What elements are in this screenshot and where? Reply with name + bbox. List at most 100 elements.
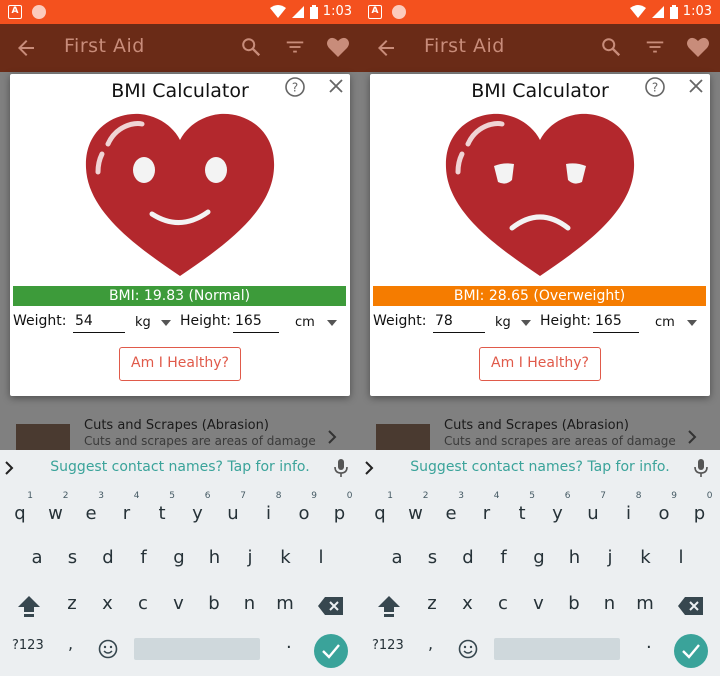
comma-key[interactable]: ,: [68, 634, 73, 653]
key-t[interactable]: t5: [507, 491, 537, 530]
key-c[interactable]: c: [128, 584, 158, 620]
space-bar[interactable]: [134, 638, 260, 660]
list-item[interactable]: Cuts and Scrapes (Abrasion) Cuts and scr…: [0, 416, 360, 450]
help-icon[interactable]: ?: [284, 76, 306, 98]
help-icon[interactable]: ?: [644, 76, 666, 98]
key-a[interactable]: a: [22, 538, 52, 574]
key-d[interactable]: d: [453, 538, 483, 574]
key-l[interactable]: l: [666, 538, 696, 574]
key-i[interactable]: i8: [254, 491, 284, 530]
key-b[interactable]: b: [559, 584, 589, 620]
close-icon[interactable]: [328, 78, 344, 94]
am-i-healthy-button[interactable]: Am I Healthy?: [479, 347, 601, 381]
period-key[interactable]: .: [286, 632, 292, 653]
microphone-icon[interactable]: [694, 458, 708, 478]
key-v[interactable]: v: [524, 584, 554, 620]
key-q[interactable]: q1: [5, 491, 35, 530]
weight-field[interactable]: 54: [73, 313, 125, 333]
weight-unit-select[interactable]: kg: [135, 315, 151, 330]
comma-key[interactable]: ,: [428, 634, 433, 653]
key-k[interactable]: k: [271, 538, 301, 574]
key-j[interactable]: j: [595, 538, 625, 574]
key-e[interactable]: e3: [436, 491, 466, 530]
height-field[interactable]: 165: [593, 313, 639, 333]
key-r[interactable]: r4: [472, 491, 502, 530]
weight-unit-select[interactable]: kg: [495, 315, 511, 330]
space-bar[interactable]: [494, 638, 620, 660]
key-n[interactable]: n: [595, 584, 625, 620]
period-key[interactable]: .: [646, 632, 652, 653]
key-s[interactable]: s: [418, 538, 448, 574]
key-i[interactable]: i8: [614, 491, 644, 530]
key-t[interactable]: t5: [147, 491, 177, 530]
filter-icon[interactable]: [644, 36, 666, 58]
key-z[interactable]: z: [57, 584, 87, 620]
key-x[interactable]: x: [453, 584, 483, 620]
back-arrow-icon[interactable]: [14, 36, 38, 60]
key-y[interactable]: y6: [183, 491, 213, 530]
key-p[interactable]: p0: [325, 491, 355, 530]
emoji-icon[interactable]: [458, 639, 478, 659]
search-icon[interactable]: [600, 36, 622, 58]
key-l[interactable]: l: [306, 538, 336, 574]
weight-unit-dropdown-icon[interactable]: [161, 320, 171, 326]
symbols-key[interactable]: ?123: [372, 638, 404, 653]
key-o[interactable]: o9: [289, 491, 319, 530]
weight-field[interactable]: 78: [433, 313, 485, 333]
key-r[interactable]: r4: [112, 491, 142, 530]
key-h[interactable]: h: [200, 538, 230, 574]
key-g[interactable]: g: [524, 538, 554, 574]
key-q[interactable]: q1: [365, 491, 395, 530]
key-u[interactable]: u7: [218, 491, 248, 530]
key-o[interactable]: o9: [649, 491, 679, 530]
am-i-healthy-button[interactable]: Am I Healthy?: [119, 347, 241, 381]
key-m[interactable]: m: [630, 584, 660, 620]
close-icon[interactable]: [688, 78, 704, 94]
key-h[interactable]: h: [560, 538, 590, 574]
suggestion-text[interactable]: Suggest contact names? Tap for info.: [360, 459, 720, 475]
key-y[interactable]: y6: [543, 491, 573, 530]
emoji-icon[interactable]: [98, 639, 118, 659]
symbols-key[interactable]: ?123: [12, 638, 44, 653]
shift-icon[interactable]: [376, 594, 402, 618]
favorite-heart-icon[interactable]: [686, 36, 710, 58]
key-f[interactable]: f: [129, 538, 159, 574]
key-g[interactable]: g: [164, 538, 194, 574]
height-field[interactable]: 165: [233, 313, 279, 333]
key-f[interactable]: f: [489, 538, 519, 574]
enter-button[interactable]: [674, 634, 708, 668]
key-c[interactable]: c: [488, 584, 518, 620]
key-a[interactable]: a: [382, 538, 412, 574]
key-w[interactable]: w2: [401, 491, 431, 530]
key-s[interactable]: s: [58, 538, 88, 574]
height-unit-dropdown-icon[interactable]: [327, 320, 337, 326]
key-n[interactable]: n: [235, 584, 265, 620]
suggestion-text[interactable]: Suggest contact names? Tap for info.: [0, 459, 360, 475]
key-m[interactable]: m: [270, 584, 300, 620]
key-j[interactable]: j: [235, 538, 265, 574]
key-w[interactable]: w2: [41, 491, 71, 530]
key-d[interactable]: d: [93, 538, 123, 574]
key-k[interactable]: k: [631, 538, 661, 574]
list-item[interactable]: Cuts and Scrapes (Abrasion) Cuts and scr…: [360, 416, 720, 450]
key-x[interactable]: x: [93, 584, 123, 620]
key-p[interactable]: p0: [685, 491, 715, 530]
key-u[interactable]: u7: [578, 491, 608, 530]
height-unit-dropdown-icon[interactable]: [687, 320, 697, 326]
key-z[interactable]: z: [417, 584, 447, 620]
key-b[interactable]: b: [199, 584, 229, 620]
favorite-heart-icon[interactable]: [326, 36, 350, 58]
backspace-icon[interactable]: [678, 596, 704, 616]
back-arrow-icon[interactable]: [374, 36, 398, 60]
enter-button[interactable]: [314, 634, 348, 668]
key-e[interactable]: e3: [76, 491, 106, 530]
backspace-icon[interactable]: [318, 596, 344, 616]
shift-icon[interactable]: [16, 594, 42, 618]
key-v[interactable]: v: [164, 584, 194, 620]
microphone-icon[interactable]: [334, 458, 348, 478]
filter-icon[interactable]: [284, 36, 306, 58]
weight-unit-dropdown-icon[interactable]: [521, 320, 531, 326]
search-icon[interactable]: [240, 36, 262, 58]
height-unit-select[interactable]: cm: [295, 315, 315, 330]
height-unit-select[interactable]: cm: [655, 315, 675, 330]
